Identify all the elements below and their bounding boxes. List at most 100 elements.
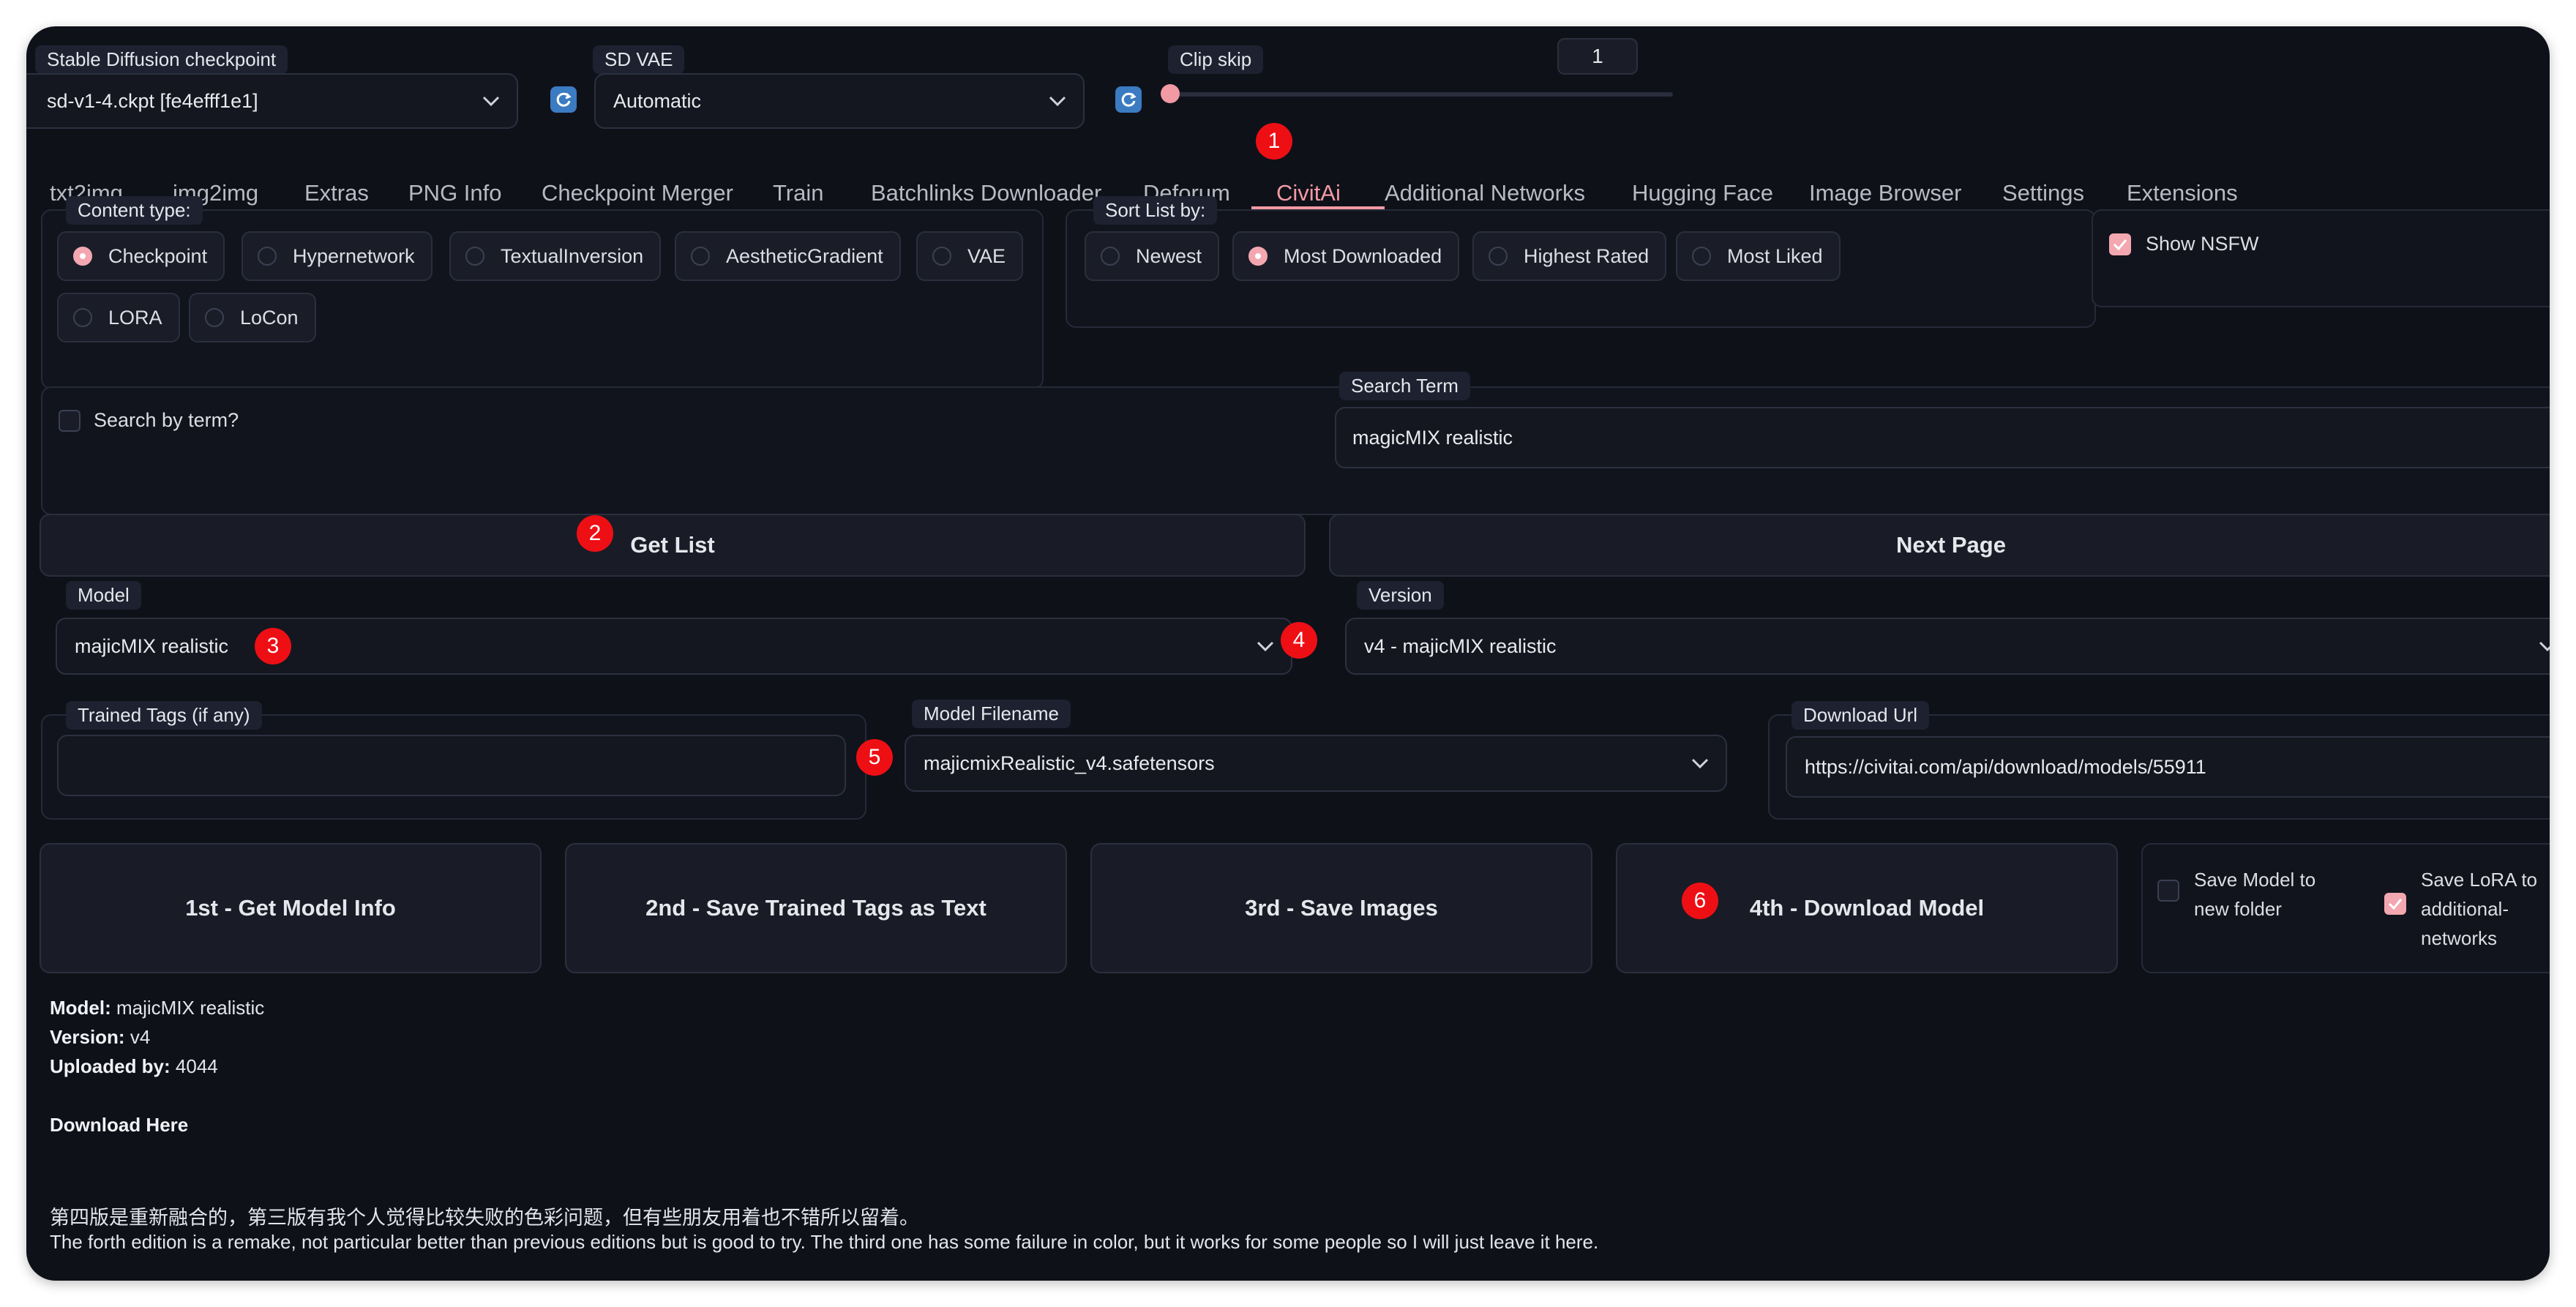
info-model-line: Model: majicMIX realistic xyxy=(50,997,264,1019)
download-here-link[interactable]: Download Here xyxy=(50,1114,188,1136)
radio-circle-icon xyxy=(932,247,951,266)
radio-circle-icon xyxy=(1248,247,1268,266)
tab-settings[interactable]: Settings xyxy=(2002,180,2084,206)
version-label: Version xyxy=(1357,581,1444,610)
get-list-button[interactable]: Get List xyxy=(40,514,1306,577)
sort-radio-newest[interactable]: Newest xyxy=(1085,231,1220,281)
save-images-button[interactable]: 3rd - Save Images xyxy=(1090,843,1592,973)
checkpoint-select[interactable]: sd-v1-4.ckpt [fe4efff1e1] xyxy=(26,73,518,129)
radio-circle-icon xyxy=(1489,247,1508,266)
tab-checkpoint-merger[interactable]: Checkpoint Merger xyxy=(542,180,733,206)
version-value: v4 - majicMIX realistic xyxy=(1364,634,1557,657)
content-type-radio-hypernetwork[interactable]: Hypernetwork xyxy=(242,231,433,281)
tab-png-info[interactable]: PNG Info xyxy=(408,180,502,206)
save-model-folder-label-line2: new folder xyxy=(2194,898,2282,920)
chevron-down-icon xyxy=(1691,758,1709,769)
checkmark-icon xyxy=(2388,899,2403,910)
get-model-info-button[interactable]: 1st - Get Model Info xyxy=(40,843,542,973)
checkpoint-value: sd-v1-4.ckpt [fe4efff1e1] xyxy=(47,89,258,112)
model-filename-select[interactable]: majicmixRealistic_v4.safetensors xyxy=(905,735,1727,792)
content-type-option-label: LoCon xyxy=(240,306,299,329)
content-type-option-label: LORA xyxy=(108,306,162,329)
content-type-option-label: TextualInversion xyxy=(501,244,644,267)
chevron-down-icon xyxy=(2539,641,2550,652)
tab-extras[interactable]: Extras xyxy=(304,180,369,206)
annotation-badge-3: 3 xyxy=(255,628,291,664)
tab-additional-networks[interactable]: Additional Networks xyxy=(1385,180,1585,206)
model-select[interactable]: majicMIX realistic xyxy=(56,618,1292,675)
trained-tags-label: Trained Tags (if any) xyxy=(66,701,262,730)
tab-extensions[interactable]: Extensions xyxy=(2127,180,2238,206)
clip-skip-label: Clip skip xyxy=(1168,45,1264,74)
download-url-input[interactable]: https://civitai.com/api/download/models/… xyxy=(1786,736,2550,798)
save-lora-label-line2: additional- xyxy=(2421,898,2509,920)
refresh-vae-icon[interactable] xyxy=(1115,86,1142,113)
vae-select[interactable]: Automatic xyxy=(594,73,1085,129)
radio-circle-icon xyxy=(1101,247,1120,266)
content-type-label: Content type: xyxy=(66,196,203,225)
sort-option-label: Highest Rated xyxy=(1524,244,1650,267)
download-url-label: Download Url xyxy=(1791,701,1930,730)
tab-civitai[interactable]: CivitAi xyxy=(1276,180,1341,206)
checkpoint-label: Stable Diffusion checkpoint xyxy=(35,45,288,74)
info-model-key: Model: xyxy=(50,997,111,1019)
vae-value: Automatic xyxy=(613,89,702,112)
version-select[interactable]: v4 - majicMIX realistic xyxy=(1345,618,2550,675)
sort-radio-most-liked[interactable]: Most Liked xyxy=(1676,231,1841,281)
refresh-checkpoint-icon[interactable] xyxy=(550,86,577,113)
model-filename-label: Model Filename xyxy=(912,700,1071,728)
model-label: Model xyxy=(66,581,141,610)
sort-radio-highest-rated[interactable]: Highest Rated xyxy=(1472,231,1667,281)
info-uploader-line: Uploaded by: 4044 xyxy=(50,1055,218,1078)
radio-circle-icon xyxy=(1692,247,1711,266)
info-version-key: Version: xyxy=(50,1026,125,1048)
sort-label: Sort List by: xyxy=(1093,196,1218,225)
content-type-radio-aestheticgradient[interactable]: AestheticGradient xyxy=(675,231,901,281)
next-page-button[interactable]: Next Page xyxy=(1329,514,2550,577)
radio-circle-icon xyxy=(691,247,710,266)
content-type-radio-vae[interactable]: VAE xyxy=(916,231,1024,281)
info-uploader-value: 4044 xyxy=(175,1055,218,1077)
content-type-radio-textualinversion[interactable]: TextualInversion xyxy=(449,231,662,281)
search-by-term-checkbox[interactable] xyxy=(59,410,80,432)
clip-skip-slider-track[interactable] xyxy=(1161,84,1673,103)
tab-train[interactable]: Train xyxy=(773,180,823,206)
save-trained-tags-button[interactable]: 2nd - Save Trained Tags as Text xyxy=(565,843,1067,973)
radio-circle-icon xyxy=(73,308,92,327)
content-type-radio-lora[interactable]: LORA xyxy=(57,293,180,342)
content-type-option-label: Checkpoint xyxy=(108,244,208,267)
search-term-label: Search Term xyxy=(1339,372,1470,400)
webui-window: Stable Diffusion checkpoint sd-v1-4.ckpt… xyxy=(26,26,2550,1281)
search-term-input[interactable]: magicMIX realistic xyxy=(1335,407,2550,468)
model-filename-value: majicmixRealistic_v4.safetensors xyxy=(924,752,1215,774)
search-term-value: magicMIX realistic xyxy=(1352,426,1513,449)
clip-skip-slider-thumb[interactable] xyxy=(1161,84,1180,103)
content-type-radio-checkpoint[interactable]: Checkpoint xyxy=(57,231,225,281)
tab-hugging-face[interactable]: Hugging Face xyxy=(1632,180,1773,206)
save-lora-checkbox[interactable] xyxy=(2384,893,2406,915)
info-version-line: Version: v4 xyxy=(50,1026,150,1049)
show-nsfw-checkbox[interactable] xyxy=(2109,233,2131,255)
save-lora-label-line1: Save LoRA to xyxy=(2421,869,2537,891)
save-model-folder-checkbox[interactable] xyxy=(2157,880,2179,902)
trained-tags-input[interactable] xyxy=(57,735,846,796)
description-english: The forth edition is a remake, not parti… xyxy=(50,1231,1599,1253)
sort-option-label: Newest xyxy=(1136,244,1202,267)
content-type-radio-locon[interactable]: LoCon xyxy=(189,293,316,342)
tab-batchlinks-downloader[interactable]: Batchlinks Downloader xyxy=(871,180,1101,206)
description-chinese: 第四版是重新融合的，第三版有我个人觉得比较失败的色彩问题，但有些朋友用着也不错所… xyxy=(50,1207,919,1229)
content-type-option-label: Hypernetwork xyxy=(293,244,415,267)
nsfw-panel xyxy=(2092,209,2550,307)
save-lora-label: Save LoRA to additional- networks xyxy=(2421,865,2537,953)
clip-skip-input[interactable]: 1 xyxy=(1557,38,1638,75)
radio-circle-icon xyxy=(73,247,92,266)
info-model-value: majicMIX realistic xyxy=(116,997,265,1019)
model-value: majicMIX realistic xyxy=(75,634,229,657)
sort-option-label: Most Downloaded xyxy=(1284,244,1442,267)
annotation-badge-5: 5 xyxy=(856,739,893,776)
sort-radio-most-downloaded[interactable]: Most Downloaded xyxy=(1232,231,1460,281)
save-model-folder-label-line1: Save Model to xyxy=(2194,869,2316,891)
sort-option-label: Most Liked xyxy=(1727,244,1823,267)
tab-image-browser[interactable]: Image Browser xyxy=(1809,180,1961,206)
save-lora-label-line3: networks xyxy=(2421,927,2498,949)
